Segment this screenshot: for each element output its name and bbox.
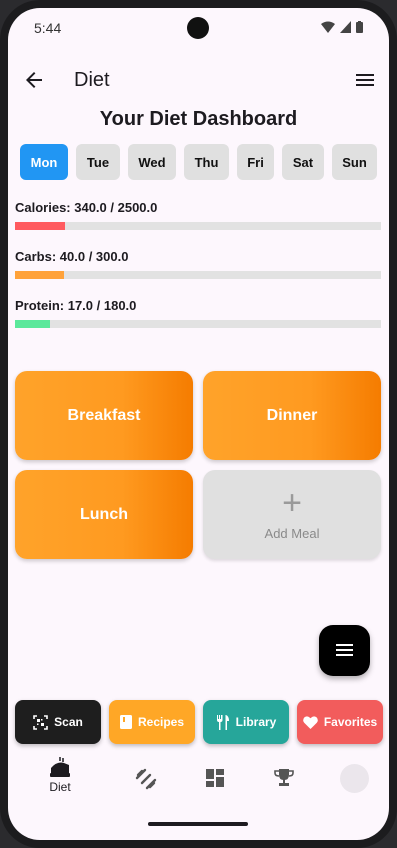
add-meal-label: Add Meal [264, 526, 320, 541]
scan-label: Scan [54, 715, 83, 729]
avatar[interactable] [340, 764, 369, 793]
app-bar: Diet [8, 52, 389, 108]
menu-fab-button[interactable] [319, 625, 370, 676]
carbs-label: Carbs: 40.0 / 300.0 [15, 249, 129, 264]
fab-menu-icon-line [336, 649, 353, 651]
dashboard-icon [206, 769, 224, 787]
home-indicator[interactable] [148, 822, 248, 826]
phone-frame: 5:44 Diet Your Diet Dashboard Mon Tue We… [0, 0, 397, 848]
qr-scan-icon [33, 714, 48, 730]
page-title: Your Diet Dashboard [99, 108, 298, 130]
quick-actions: Scan Recipes Library Favorites [15, 700, 383, 744]
nav-diet-label: Diet [49, 780, 71, 794]
nav-achievements[interactable] [254, 768, 314, 818]
protein-progress-fill [15, 320, 50, 328]
favorites-label: Favorites [323, 715, 378, 729]
calories-progress-fill [15, 222, 65, 230]
carbs-progress-bar [15, 271, 381, 279]
back-arrow-icon[interactable] [22, 68, 46, 92]
library-button[interactable]: Library [203, 700, 289, 744]
scan-button[interactable]: Scan [15, 700, 101, 744]
fab-menu-icon-line [336, 654, 353, 656]
recipes-button[interactable]: Recipes [109, 700, 195, 744]
lunch-label: Lunch [80, 505, 128, 523]
screen: 5:44 Diet Your Diet Dashboard Mon Tue We… [8, 8, 389, 840]
wifi-icon [321, 21, 335, 33]
day-wed-button[interactable]: Wed [128, 144, 176, 180]
trophy-icon [274, 769, 294, 786]
protein-progress-bar [15, 320, 381, 328]
calories-label: Calories: 340.0 / 2500.0 [15, 200, 158, 215]
day-mon-button[interactable]: Mon [20, 144, 68, 180]
plus-icon: + [282, 484, 302, 522]
nav-workout[interactable] [116, 768, 176, 818]
recipes-label: Recipes [137, 715, 185, 729]
diet-icon [50, 757, 70, 777]
day-tue-button[interactable]: Tue [76, 144, 120, 180]
lunch-card[interactable]: Lunch [15, 470, 193, 559]
carbs-progress-fill [15, 271, 64, 279]
library-label: Library [235, 715, 277, 729]
calories-tracker: Calories: 340.0 / 2500.0 [15, 200, 381, 230]
calories-progress-bar [15, 222, 381, 230]
day-sat-button[interactable]: Sat [282, 144, 324, 180]
status-time: 5:44 [34, 20, 62, 36]
status-bar: 5:44 [8, 8, 389, 48]
signal-icon [340, 21, 351, 33]
nav-diet[interactable]: Diet [30, 756, 90, 806]
status-icons [321, 21, 363, 33]
protein-tracker: Protein: 17.0 / 180.0 [15, 298, 381, 328]
day-thu-button[interactable]: Thu [184, 144, 229, 180]
carbs-tracker: Carbs: 40.0 / 300.0 [15, 249, 381, 279]
favorites-button[interactable]: Favorites [297, 700, 383, 744]
dinner-label: Dinner [266, 406, 318, 424]
app-bar-title: Diet [74, 69, 110, 91]
breakfast-label: Breakfast [67, 406, 141, 424]
book-icon [119, 715, 132, 729]
battery-icon [356, 21, 363, 33]
day-fri-button[interactable]: Fri [237, 144, 274, 180]
add-meal-card[interactable]: + Add Meal [203, 470, 381, 559]
dumbbell-icon [135, 768, 157, 790]
nav-dashboard[interactable] [185, 768, 245, 818]
fab-menu-icon [336, 644, 353, 646]
heart-icon [302, 715, 318, 729]
breakfast-card[interactable]: Breakfast [15, 371, 193, 460]
dinner-card[interactable]: Dinner [203, 371, 381, 460]
protein-label: Protein: 17.0 / 180.0 [15, 298, 137, 313]
front-camera [187, 17, 209, 39]
bottom-navigation: Diet [8, 756, 389, 812]
hamburger-menu-icon[interactable] [353, 68, 377, 92]
day-sun-button[interactable]: Sun [332, 144, 377, 180]
day-selector: Mon Tue Wed Thu Fri Sat Sun [20, 144, 377, 180]
fork-knife-icon [216, 714, 229, 730]
